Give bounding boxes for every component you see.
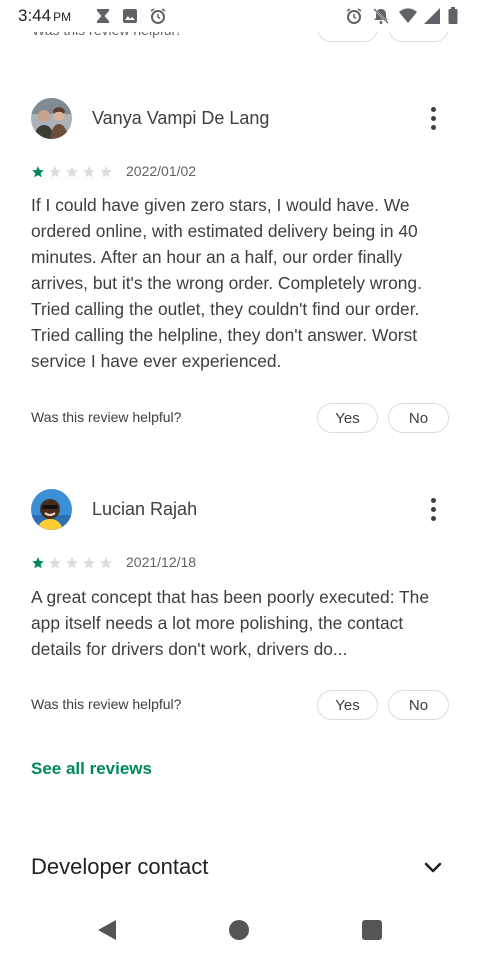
back-icon[interactable]	[96, 918, 118, 942]
helpful-label: Was this review helpful?	[31, 409, 182, 425]
status-bar: 3:44 PM	[0, 0, 480, 32]
alarm-icon	[345, 7, 363, 25]
battery-icon	[448, 7, 458, 25]
notifications-off-icon	[372, 7, 390, 25]
signal-icon	[423, 7, 441, 25]
review-text: A great concept that has been poorly exe…	[31, 587, 430, 659]
star-empty-icon	[99, 165, 113, 179]
see-all-reviews-link[interactable]: See all reviews	[31, 759, 152, 779]
star-empty-icon	[48, 556, 62, 570]
recents-icon[interactable]	[362, 920, 382, 940]
image-icon	[121, 7, 139, 25]
helpful-yes-button[interactable]: Yes	[317, 403, 378, 433]
status-time: 3:44 PM	[18, 6, 71, 26]
status-time-ampm: PM	[53, 10, 72, 24]
reviewer-name: Vanya Vampi De Lang	[92, 108, 270, 128]
helpful-yes-button[interactable]: Yes	[317, 690, 378, 720]
star-empty-icon	[82, 165, 96, 179]
alarm-icon	[149, 7, 167, 25]
star-filled-icon	[31, 165, 45, 179]
avatar	[31, 98, 72, 139]
reviewer-name: Lucian Rajah	[92, 499, 198, 519]
helpful-no-button[interactable]: No	[388, 690, 449, 720]
star-filled-icon	[31, 556, 45, 570]
review-date: 2021/12/18	[126, 554, 197, 570]
chevron-down-icon[interactable]	[421, 858, 445, 878]
more-options-icon[interactable]	[420, 103, 446, 133]
home-icon[interactable]	[229, 920, 249, 940]
helpful-label: Was this review helpful?	[31, 696, 182, 712]
review-text: If I could have given zero stars, I woul…	[31, 195, 422, 371]
star-empty-icon	[65, 556, 79, 570]
review-date: 2022/01/02	[126, 163, 197, 179]
wifi-icon	[399, 7, 417, 25]
star-empty-icon	[65, 165, 79, 179]
star-empty-icon	[82, 556, 96, 570]
more-options-icon[interactable]	[420, 494, 446, 524]
hourglass-icon	[94, 7, 112, 25]
avatar	[31, 489, 72, 530]
helpful-no-button[interactable]: No	[388, 403, 449, 433]
star-rating	[31, 165, 113, 179]
star-empty-icon	[99, 556, 113, 570]
star-empty-icon	[48, 165, 62, 179]
star-rating	[31, 556, 113, 570]
developer-contact-heading[interactable]: Developer contact	[31, 854, 208, 880]
navigation-bar	[0, 900, 480, 960]
status-time-value: 3:44	[18, 6, 52, 25]
